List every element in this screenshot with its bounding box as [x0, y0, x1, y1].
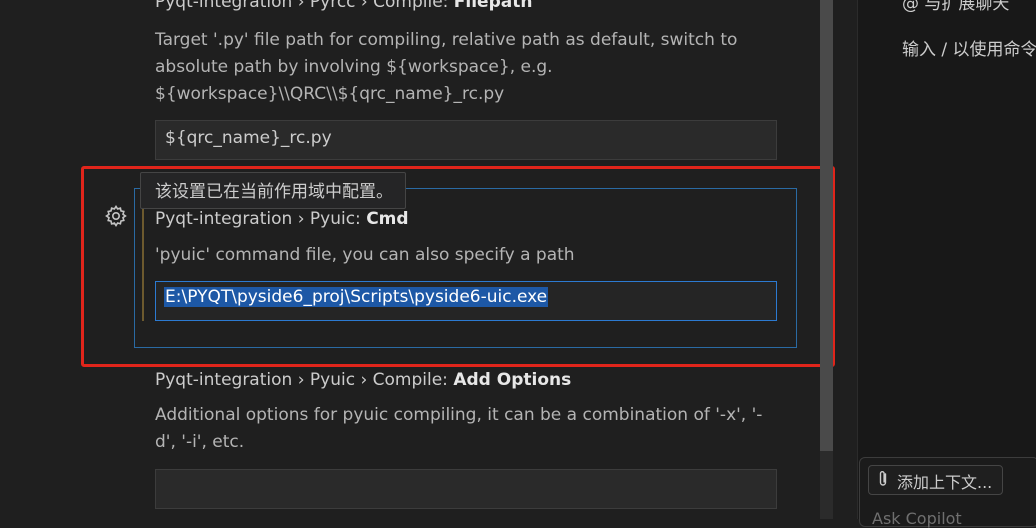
setting-title-pyuic-add-options: Pyqt-integration › Pyuic › Compile: Add …	[155, 370, 571, 390]
setting-title-prefix: Pyqt-integration › Pyuic › Compile:	[155, 370, 454, 390]
chat-hint-commands: 输入 / 以使用命令	[902, 40, 1036, 60]
add-context-label: 添加上下文...	[897, 473, 993, 492]
pyuic-add-options-input[interactable]	[155, 469, 777, 509]
setting-title-pyrcc-filepath: Pyqt-integration › Pyrcc › Compile: File…	[155, 0, 532, 12]
pyrcc-filepath-input[interactable]: ${qrc_name}_rc.py	[155, 120, 777, 160]
settings-scrollbar-thumb[interactable]	[820, 0, 833, 451]
chat-hint-extensions: @ 与扩展聊天	[902, 0, 1010, 14]
add-context-button[interactable]: 添加上下文...	[868, 465, 1004, 495]
settings-scrollbar-track[interactable]	[820, 451, 833, 519]
highlight-annotation-box	[81, 166, 835, 367]
setting-description-pyuic-add-options: Additional options for pyuic compiling, …	[155, 405, 763, 452]
chat-pane	[858, 0, 1036, 519]
paperclip-icon	[877, 470, 891, 492]
setting-title-name: Add Options	[453, 370, 572, 390]
setting-description-pyrcc-filepath: Target '.py' file path for compiling, re…	[155, 30, 738, 104]
left-gutter	[0, 0, 83, 519]
setting-title-prefix: Pyqt-integration › Pyrcc › Compile:	[155, 0, 454, 12]
setting-title-name: Filepath	[453, 0, 533, 12]
